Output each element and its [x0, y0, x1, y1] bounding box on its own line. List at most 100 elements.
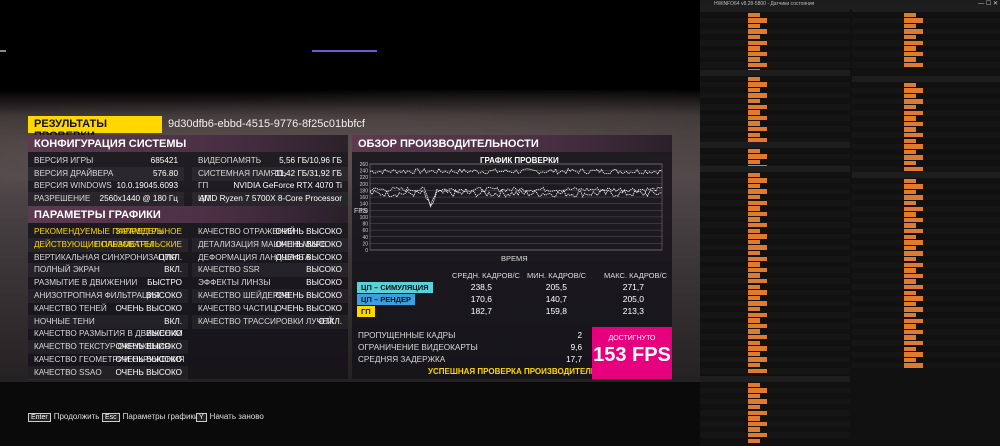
sensor-value-bar [904, 62, 923, 68]
chart-y-tick: 180 [360, 188, 369, 194]
sensor-value-bar [748, 256, 767, 262]
sensor-value-bar [748, 421, 767, 427]
sensor-value-bar [748, 183, 760, 189]
key-restart[interactable]: Y Начать заново [196, 412, 264, 424]
sensor-value-bar [904, 290, 916, 296]
chart-y-tick: 100 [360, 215, 369, 221]
key-continue[interactable]: Enter Продолжить [28, 412, 99, 424]
stat-max-value: 271,7 [622, 282, 644, 292]
sensor-value-bar [748, 200, 767, 206]
sensor-value-bar [904, 195, 923, 200]
stat-avg-value: 238,5 [470, 282, 492, 292]
sensor-value-bar [748, 334, 767, 340]
sensor-value-bar [904, 57, 916, 62]
sensor-value-bar [748, 318, 760, 323]
sensor-value-bar [904, 346, 916, 352]
graphics-header: ПАРАМЕТРЫ ГРАФИКИ [28, 206, 348, 223]
sensor-value-bar [748, 211, 767, 217]
chart-y-tick: 0 [365, 248, 368, 254]
sensor-value-bar [748, 115, 767, 121]
chart-y-tick: 220 [360, 175, 369, 181]
esc-key-icon: Esc [102, 413, 120, 422]
config-row-value: AMD Ryzen 7 5700X 8-Core Processor [199, 193, 342, 203]
sensor-value-bar [748, 12, 760, 18]
sensor-value-bar [748, 306, 760, 312]
graphics-row-label: КАЧЕСТВО SSAO [34, 367, 102, 377]
sensor-value-bar [748, 46, 760, 51]
sensor-value-bar [748, 104, 767, 110]
sensor-value-bar [748, 51, 767, 57]
sensor-value-bar [904, 132, 923, 138]
sensor-value-bar [748, 368, 767, 374]
sensor-value-bar [748, 234, 767, 239]
achieved-fps-box: ДОСТИГНУТО 153 FPS [592, 327, 672, 379]
key-graphics[interactable]: Esc Параметры графики [102, 412, 198, 424]
sensor-value-bar [748, 416, 760, 421]
sensor-value-bar [904, 273, 923, 279]
achieved-value: 153 FPS [593, 344, 671, 366]
key-graphics-label: Параметры графики [122, 412, 199, 421]
sensor-value-bar [748, 132, 760, 138]
sensor-value-bar [904, 268, 916, 273]
sensor-value-bar [904, 234, 916, 240]
sensor-value-bar [748, 382, 760, 388]
sensor-value-bar [904, 110, 923, 116]
sensor-value-bar [748, 194, 760, 200]
sensor-value-bar [748, 262, 760, 267]
sensor-value-bar [904, 29, 923, 34]
sensor-value-bar [748, 301, 767, 306]
sensor-row [852, 62, 1000, 68]
sensor-value-bar [904, 251, 923, 256]
sensor-value-bar [748, 323, 767, 329]
sensor-value-bar [748, 410, 767, 416]
sensor-value-bar [748, 357, 767, 362]
sensor-value-bar [748, 346, 767, 351]
sensor-value-bar [904, 166, 923, 172]
sensor-value-bar [904, 301, 916, 307]
sensor-value-bar [748, 189, 767, 194]
sensor-value-bar [904, 138, 916, 144]
stat-max-value: 205,0 [622, 294, 644, 304]
sensor-value-bar [748, 87, 760, 93]
sensor-value-bar [904, 82, 916, 88]
chart-y-tick: 140 [360, 202, 369, 208]
stat-avg-value: 170,6 [470, 294, 492, 304]
stat-header-avg: СРЕДН. КАДРОВ/С [452, 271, 520, 280]
sensor-value-bar [904, 329, 923, 335]
stat-min-value: 205,5 [545, 282, 567, 292]
sensor-value-bar [748, 329, 760, 334]
chart-x-label: ВРЕМЯ [501, 254, 528, 263]
sensor-row [700, 438, 850, 444]
sensor-value-bar [904, 307, 923, 312]
extra-row: СРЕДНЯЯ ЗАДЕРЖКА 17,7 [352, 353, 588, 367]
extra-label: СРЕДНЯЯ ЗАДЕРЖКА [358, 355, 446, 364]
sensor-value-bar [904, 363, 923, 368]
config-row: ЦП AMD Ryzen 7 5700X 8-Core Processor [192, 191, 348, 206]
sensor-value-bar [904, 46, 916, 51]
graphics-row-value: ОТКЛ. [318, 316, 342, 326]
graphics-row-value: ОЧЕНЬ ВЫСОКО [115, 367, 182, 377]
sensor-value-bar [904, 206, 923, 212]
sensor-value-bar [904, 34, 916, 40]
config-row-label: РАЗРЕШЕНИЕ [34, 193, 91, 203]
sensor-value-bar [904, 116, 916, 121]
sensor-value-bar [748, 295, 760, 301]
sensor-value-bar [748, 178, 767, 183]
y-key-icon: Y [196, 413, 207, 422]
sensor-value-bar [748, 267, 767, 273]
sensor-value-bar [748, 250, 760, 256]
achieved-caption: ДОСТИГНУТО [608, 335, 656, 342]
sensor-value-bar [748, 273, 760, 278]
chart-y-tick: 20 [362, 241, 368, 247]
graphics-row: КАЧЕСТВО SSAO ОЧЕНЬ ВЫСОКО [28, 365, 188, 380]
chart-y-tick: 160 [360, 195, 369, 201]
sensor-value-bar [748, 278, 767, 284]
chart-y-tick: 60 [362, 228, 368, 234]
sensor-value-bar [904, 127, 916, 132]
sensor-value-bar [904, 144, 923, 149]
sensor-value-bar [748, 93, 767, 98]
stat-min-value: 140,7 [545, 294, 567, 304]
sensor-row [700, 368, 850, 374]
left-accent-line [0, 50, 6, 52]
sensor-value-bar [904, 335, 916, 340]
